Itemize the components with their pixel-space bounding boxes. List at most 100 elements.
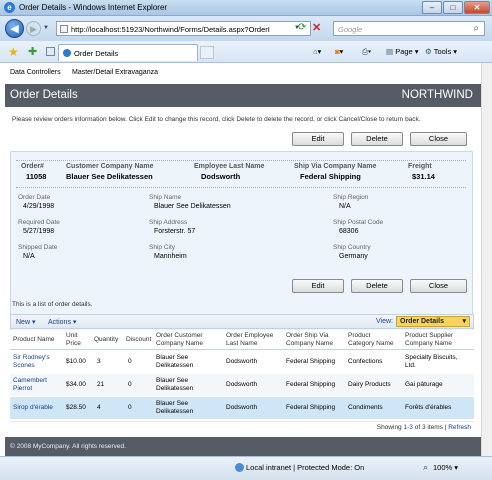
edit-button-bottom[interactable]: Edit	[292, 279, 344, 293]
maximize-button[interactable]: □	[443, 1, 463, 14]
page-title: Order Details	[10, 89, 78, 101]
view-label: View:	[376, 318, 393, 325]
category-cell: Confections	[348, 358, 383, 365]
col-unit-price[interactable]: Unit Price	[66, 332, 81, 348]
back-arrow-icon[interactable]: ◀	[5, 19, 24, 38]
page-menu-button[interactable]: ▤ Page ▾	[386, 47, 419, 56]
quick-tabs-icon[interactable]	[46, 47, 55, 56]
tools-menu-button[interactable]: ⚙ Tools ▾	[425, 47, 457, 56]
ship-via-value: Federal Shipping	[300, 172, 361, 181]
col-discount[interactable]: Discount	[126, 336, 151, 344]
order-date-label: Order Date	[18, 194, 51, 201]
customer-company-label: Customer Company Name	[66, 163, 154, 170]
product-name-link[interactable]: Sir Rodney's Scones	[13, 354, 50, 370]
view-selector[interactable]: Order Details ▾	[396, 316, 470, 327]
discount-cell: 0	[128, 404, 132, 411]
zoom-icon[interactable]: ⌕	[423, 462, 428, 473]
feeds-icon[interactable]: ◙▾	[335, 47, 343, 56]
discount-cell: 0	[128, 358, 132, 365]
new-menu-button[interactable]: New ▾	[16, 318, 35, 326]
order-detail-panel: Order# Customer Company Name Employee La…	[10, 151, 473, 336]
favorites-star-icon[interactable]: ★	[8, 45, 19, 59]
quantity-cell: 3	[97, 358, 101, 365]
col-product-name[interactable]: Product Name	[13, 336, 55, 344]
ship-via-cell: Federal Shipping	[286, 404, 336, 411]
supplier-cell: Gai pâturage	[405, 381, 443, 388]
address-bar: ◀ ▶ ▼ http://localhost:51923/Northwind/F…	[0, 16, 492, 41]
ship-country-label: Ship Country	[333, 244, 371, 251]
app-menu: Data Controllers Master/Detail Extravaga…	[5, 63, 481, 83]
refresh-link[interactable]: Refresh	[448, 424, 471, 431]
delete-button-top[interactable]: Delete	[351, 132, 403, 146]
supplier-cell: Specialty Biscuits, Ltd.	[405, 354, 458, 369]
menu-item-data-controllers[interactable]: Data Controllers	[10, 69, 61, 76]
intranet-zone-icon	[235, 463, 244, 472]
refresh-icon[interactable]: ⟳	[298, 22, 306, 33]
ship-address-label: Ship Address	[149, 219, 188, 226]
history-dropdown-icon[interactable]: ▼	[43, 25, 49, 31]
home-icon[interactable]: ⌂▾	[313, 47, 321, 56]
minimize-button[interactable]: –	[422, 1, 442, 14]
edit-button-top[interactable]: Edit	[292, 132, 344, 146]
unit-price-cell: $10.00	[66, 358, 86, 365]
page-icon	[60, 25, 68, 33]
ship-via-cell: Federal Shipping	[286, 381, 336, 388]
ship-name-value: Blauer See Delikatessen	[154, 203, 231, 210]
required-date-value: 5/27/1998	[23, 228, 55, 235]
unit-price-cell: $28.50	[66, 404, 86, 411]
add-favorites-icon[interactable]: ✚	[28, 45, 37, 58]
close-button-top[interactable]: Close	[410, 132, 467, 146]
order-number-value: 11058	[26, 172, 47, 181]
pager-range-link[interactable]: 1-3	[403, 424, 412, 431]
table-row[interactable]: Camembert Pierrot $34.00 21 0 Blauer See D…	[10, 374, 474, 396]
col-product-category[interactable]: Product Category Name	[348, 332, 394, 348]
col-order-employee[interactable]: Order Employee Last Name	[226, 332, 273, 348]
order-number-label: Order#	[21, 163, 44, 170]
zoom-level[interactable]: 100% ▾	[433, 463, 458, 472]
col-order-customer[interactable]: Order Customer Company Name	[156, 332, 203, 348]
col-order-ship-via[interactable]: Order Ship Via Company Name	[286, 332, 333, 348]
close-window-button[interactable]: ✕	[464, 1, 490, 14]
security-zone-text[interactable]: Local intranet | Protected Mode: On	[246, 463, 364, 472]
vertical-scrollbar[interactable]	[481, 63, 492, 456]
product-name-link[interactable]: Sirop d'érable	[13, 404, 53, 412]
product-name-link[interactable]: Camembert Pierrot	[13, 377, 47, 393]
delete-button-bottom[interactable]: Delete	[351, 279, 403, 293]
employee-last-name-value: Dodsworth	[201, 172, 241, 181]
table-row[interactable]: Sir Rodney's Scones $10.00 3 0 Blauer See…	[10, 351, 474, 373]
customer-company-value: Blauer See Delikatessen	[66, 172, 153, 181]
quantity-cell: 21	[97, 381, 105, 388]
customer-cell: Blauer See Delikatessen	[156, 377, 194, 392]
quantity-cell: 4	[97, 404, 101, 411]
copyright-text: © 2008 MyCompany. All rights reserved.	[10, 443, 126, 450]
grid-pager: Showing 1-3 of 3 items | Refresh	[10, 421, 474, 433]
search-icon[interactable]: ⌕	[473, 23, 479, 34]
employee-cell: Dodsworth	[226, 404, 258, 411]
close-button-bottom[interactable]: Close	[410, 279, 467, 293]
stop-icon[interactable]: ✕	[312, 21, 321, 34]
employee-last-name-label: Employee Last Name	[194, 163, 265, 170]
forward-arrow-icon[interactable]: ▶	[26, 21, 41, 36]
grid-toolbar: New ▾ Actions ▾ View: Order Details ▾	[10, 314, 474, 329]
actions-menu-button[interactable]: Actions ▾	[48, 318, 76, 326]
col-product-supplier[interactable]: Product Supplier Company Name	[405, 332, 453, 348]
ship-address-value: Forsterstr. 57	[154, 228, 196, 235]
view-dropdown-icon: ▾	[462, 318, 466, 325]
freight-value: $31.14	[412, 172, 435, 181]
col-quantity[interactable]: Quantity	[94, 336, 118, 344]
menu-item-master-detail[interactable]: Master/Detail Extravaganza	[72, 69, 158, 76]
search-input[interactable]: Google ⌕	[333, 21, 485, 36]
order-date-value: 4/29/1998	[23, 203, 55, 210]
table-row-selected[interactable]: Sirop d'érable $28.50 4 0 Blauer See Deli…	[10, 397, 474, 419]
print-icon[interactable]: ⎙▾	[362, 47, 371, 57]
ship-city-label: Ship City	[149, 244, 176, 251]
url-text: http://localhost:51923/Northwind/Forms/D…	[71, 25, 270, 34]
new-tab-button[interactable]	[200, 46, 214, 59]
tab-order-details[interactable]: Order Details	[58, 44, 198, 61]
tab-label: Order Details	[74, 49, 119, 58]
url-input[interactable]: http://localhost:51923/Northwind/Forms/D…	[56, 21, 311, 36]
tab-bar: ★ ✚ Order Details ⌂▾ ◙▾ ⎙▾ ▤ Page ▾ ⚙ To…	[0, 41, 492, 63]
unit-price-cell: $34.00	[66, 381, 86, 388]
page-menu-icon: ▤	[386, 47, 394, 56]
ship-postal-code-label: Ship Postal Code	[333, 219, 384, 226]
